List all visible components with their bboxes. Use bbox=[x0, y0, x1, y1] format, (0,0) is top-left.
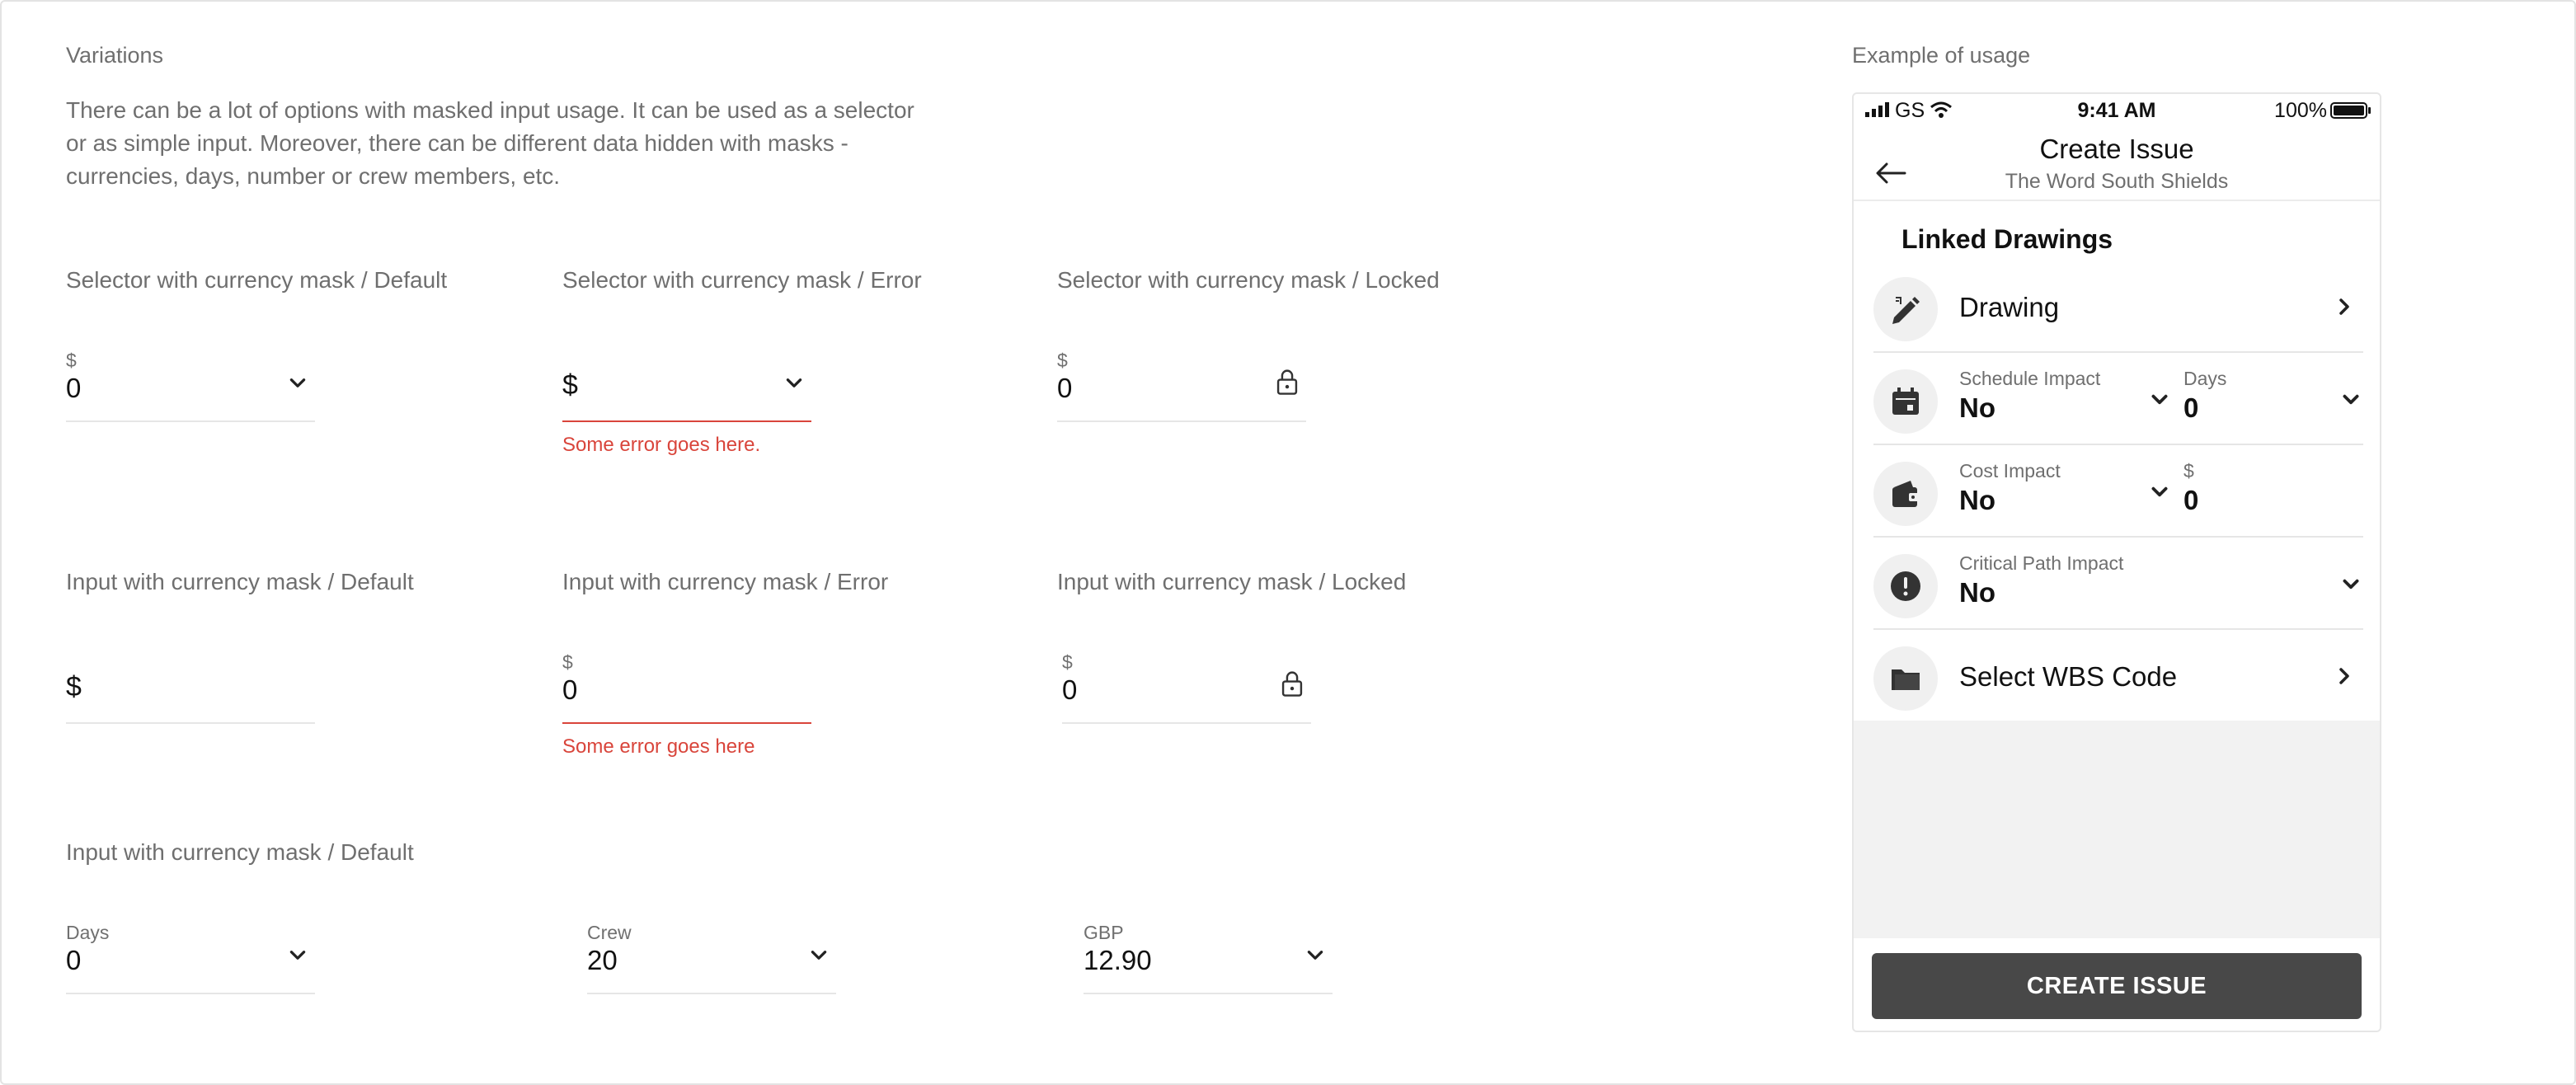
days-field[interactable]: Days 0 bbox=[66, 914, 315, 994]
field-value: 0 bbox=[66, 373, 82, 403]
canvas: Variations There can be a lot of options… bbox=[0, 0, 2576, 1085]
currency-prefix: $ bbox=[1057, 350, 1068, 371]
status-bar: GS 9:41 AM 100% bbox=[1854, 94, 2380, 127]
wbs-row[interactable]: Select WBS Code bbox=[1873, 630, 2363, 722]
crew-field[interactable]: Crew 20 bbox=[587, 914, 836, 994]
input-locked-label: Input with currency mask / Locked bbox=[1057, 569, 1407, 594]
bottom-bar: CREATE ISSUE bbox=[1854, 938, 2380, 1031]
chevron-down-icon[interactable] bbox=[783, 373, 805, 394]
wallet-icon-circle bbox=[1873, 462, 1938, 526]
variations-description: There can be a lot of options with maske… bbox=[66, 97, 914, 189]
chevron-down-icon[interactable] bbox=[2149, 389, 2170, 411]
field-value: 0 bbox=[1062, 674, 1078, 705]
selector-error-message: Some error goes here. bbox=[562, 434, 761, 456]
drawing-label: Drawing bbox=[1959, 292, 2060, 322]
days-value: 0 bbox=[66, 945, 82, 975]
phone-mockup: GS 9:41 AM 100% Create Issue The Word So… bbox=[1852, 92, 2381, 1032]
cost-impact-value: No bbox=[1959, 485, 1995, 515]
crew-label: Crew bbox=[587, 922, 632, 943]
alert-icon-circle bbox=[1873, 554, 1938, 618]
crew-value: 20 bbox=[587, 945, 618, 975]
currency-prefix: $ bbox=[66, 350, 77, 371]
chevron-down-icon[interactable] bbox=[287, 945, 308, 966]
field-value: 0 bbox=[1057, 373, 1073, 403]
currency-prefix: $ bbox=[562, 369, 578, 401]
folder-icon-circle bbox=[1873, 646, 1938, 711]
currency-prefix: $ bbox=[562, 651, 573, 673]
wallet-icon bbox=[1892, 481, 1919, 507]
selector-error-label: Selector with currency mask / Error bbox=[562, 267, 922, 293]
screen-subtitle: The Word South Shields bbox=[2005, 170, 2229, 193]
pencil-ruler-icon bbox=[1892, 297, 1920, 324]
input-error-label: Input with currency mask / Error bbox=[562, 569, 889, 594]
chevron-down-icon[interactable] bbox=[2340, 389, 2362, 411]
currency-label: $ bbox=[2183, 460, 2194, 481]
masks-label: Input with currency mask / Default bbox=[66, 839, 414, 865]
critical-path-label: Critical Path Impact bbox=[1959, 552, 2124, 574]
variations-title: Variations bbox=[66, 43, 164, 68]
currency-prefix: $ bbox=[66, 671, 82, 702]
cost-impact-label: Cost Impact bbox=[1959, 460, 2061, 481]
days-label: Days bbox=[2183, 368, 2227, 389]
gbp-field[interactable]: GBP 12.90 bbox=[1084, 914, 1333, 994]
selector-error-field[interactable]: $ bbox=[562, 341, 811, 422]
selector-default-field[interactable]: $ 0 bbox=[66, 341, 315, 422]
header-divider bbox=[1854, 200, 2380, 201]
input-default-field[interactable]: $ bbox=[66, 643, 315, 724]
drawing-icon-circle bbox=[1873, 277, 1938, 341]
schedule-impact-label: Schedule Impact bbox=[1959, 368, 2101, 389]
exclamation-icon bbox=[1891, 571, 1920, 601]
chevron-right-icon bbox=[2339, 298, 2349, 315]
chevron-down-icon[interactable] bbox=[2340, 574, 2362, 595]
critical-path-value: No bbox=[1959, 577, 1995, 608]
input-error-message: Some error goes here bbox=[562, 735, 755, 758]
days-label: Days bbox=[66, 922, 110, 943]
schedule-impact-row[interactable]: Schedule Impact No Days 0 bbox=[1873, 353, 2363, 445]
input-error-field[interactable]: $ 0 bbox=[562, 643, 811, 724]
critical-path-row[interactable]: Critical Path Impact No bbox=[1873, 538, 2363, 630]
schedule-impact-value: No bbox=[1959, 392, 1995, 423]
battery-percent: 100% bbox=[2274, 99, 2327, 122]
gbp-value: 12.90 bbox=[1084, 945, 1152, 975]
selector-default-label: Selector with currency mask / Default bbox=[66, 267, 448, 293]
battery-icon bbox=[2330, 102, 2371, 119]
chevron-down-icon[interactable] bbox=[2149, 481, 2170, 503]
input-locked-field: $ 0 bbox=[1062, 643, 1311, 724]
field-value: 0 bbox=[562, 674, 578, 705]
example-title: Example of usage bbox=[1852, 43, 2031, 68]
selector-locked-field: $ 0 bbox=[1057, 341, 1306, 422]
drawing-row[interactable]: Drawing bbox=[1873, 261, 2363, 353]
create-issue-button[interactable]: CREATE ISSUE bbox=[1872, 953, 2362, 1019]
lock-icon bbox=[1276, 369, 1298, 395]
days-value: 0 bbox=[2183, 392, 2199, 423]
calendar-icon-circle bbox=[1873, 369, 1938, 434]
section-heading: Linked Drawings bbox=[1901, 224, 2113, 254]
chevron-down-icon[interactable] bbox=[287, 373, 308, 394]
cost-impact-row[interactable]: Cost Impact No $ 0 bbox=[1873, 445, 2363, 538]
currency-value[interactable]: 0 bbox=[2183, 485, 2198, 516]
lock-icon bbox=[1281, 671, 1303, 697]
gbp-label: GBP bbox=[1084, 922, 1124, 943]
folder-icon bbox=[1892, 669, 1920, 690]
currency-prefix: $ bbox=[1062, 651, 1073, 673]
screen-title: Create Issue bbox=[2039, 134, 2194, 164]
selector-locked-label: Selector with currency mask / Locked bbox=[1057, 267, 1440, 293]
chevron-down-icon[interactable] bbox=[808, 945, 830, 966]
calendar-icon bbox=[1892, 388, 1919, 415]
input-default-label: Input with currency mask / Default bbox=[66, 569, 414, 594]
chevron-right-icon bbox=[2339, 668, 2349, 684]
chevron-down-icon[interactable] bbox=[1304, 945, 1326, 966]
wbs-label: Select WBS Code bbox=[1959, 661, 2178, 692]
